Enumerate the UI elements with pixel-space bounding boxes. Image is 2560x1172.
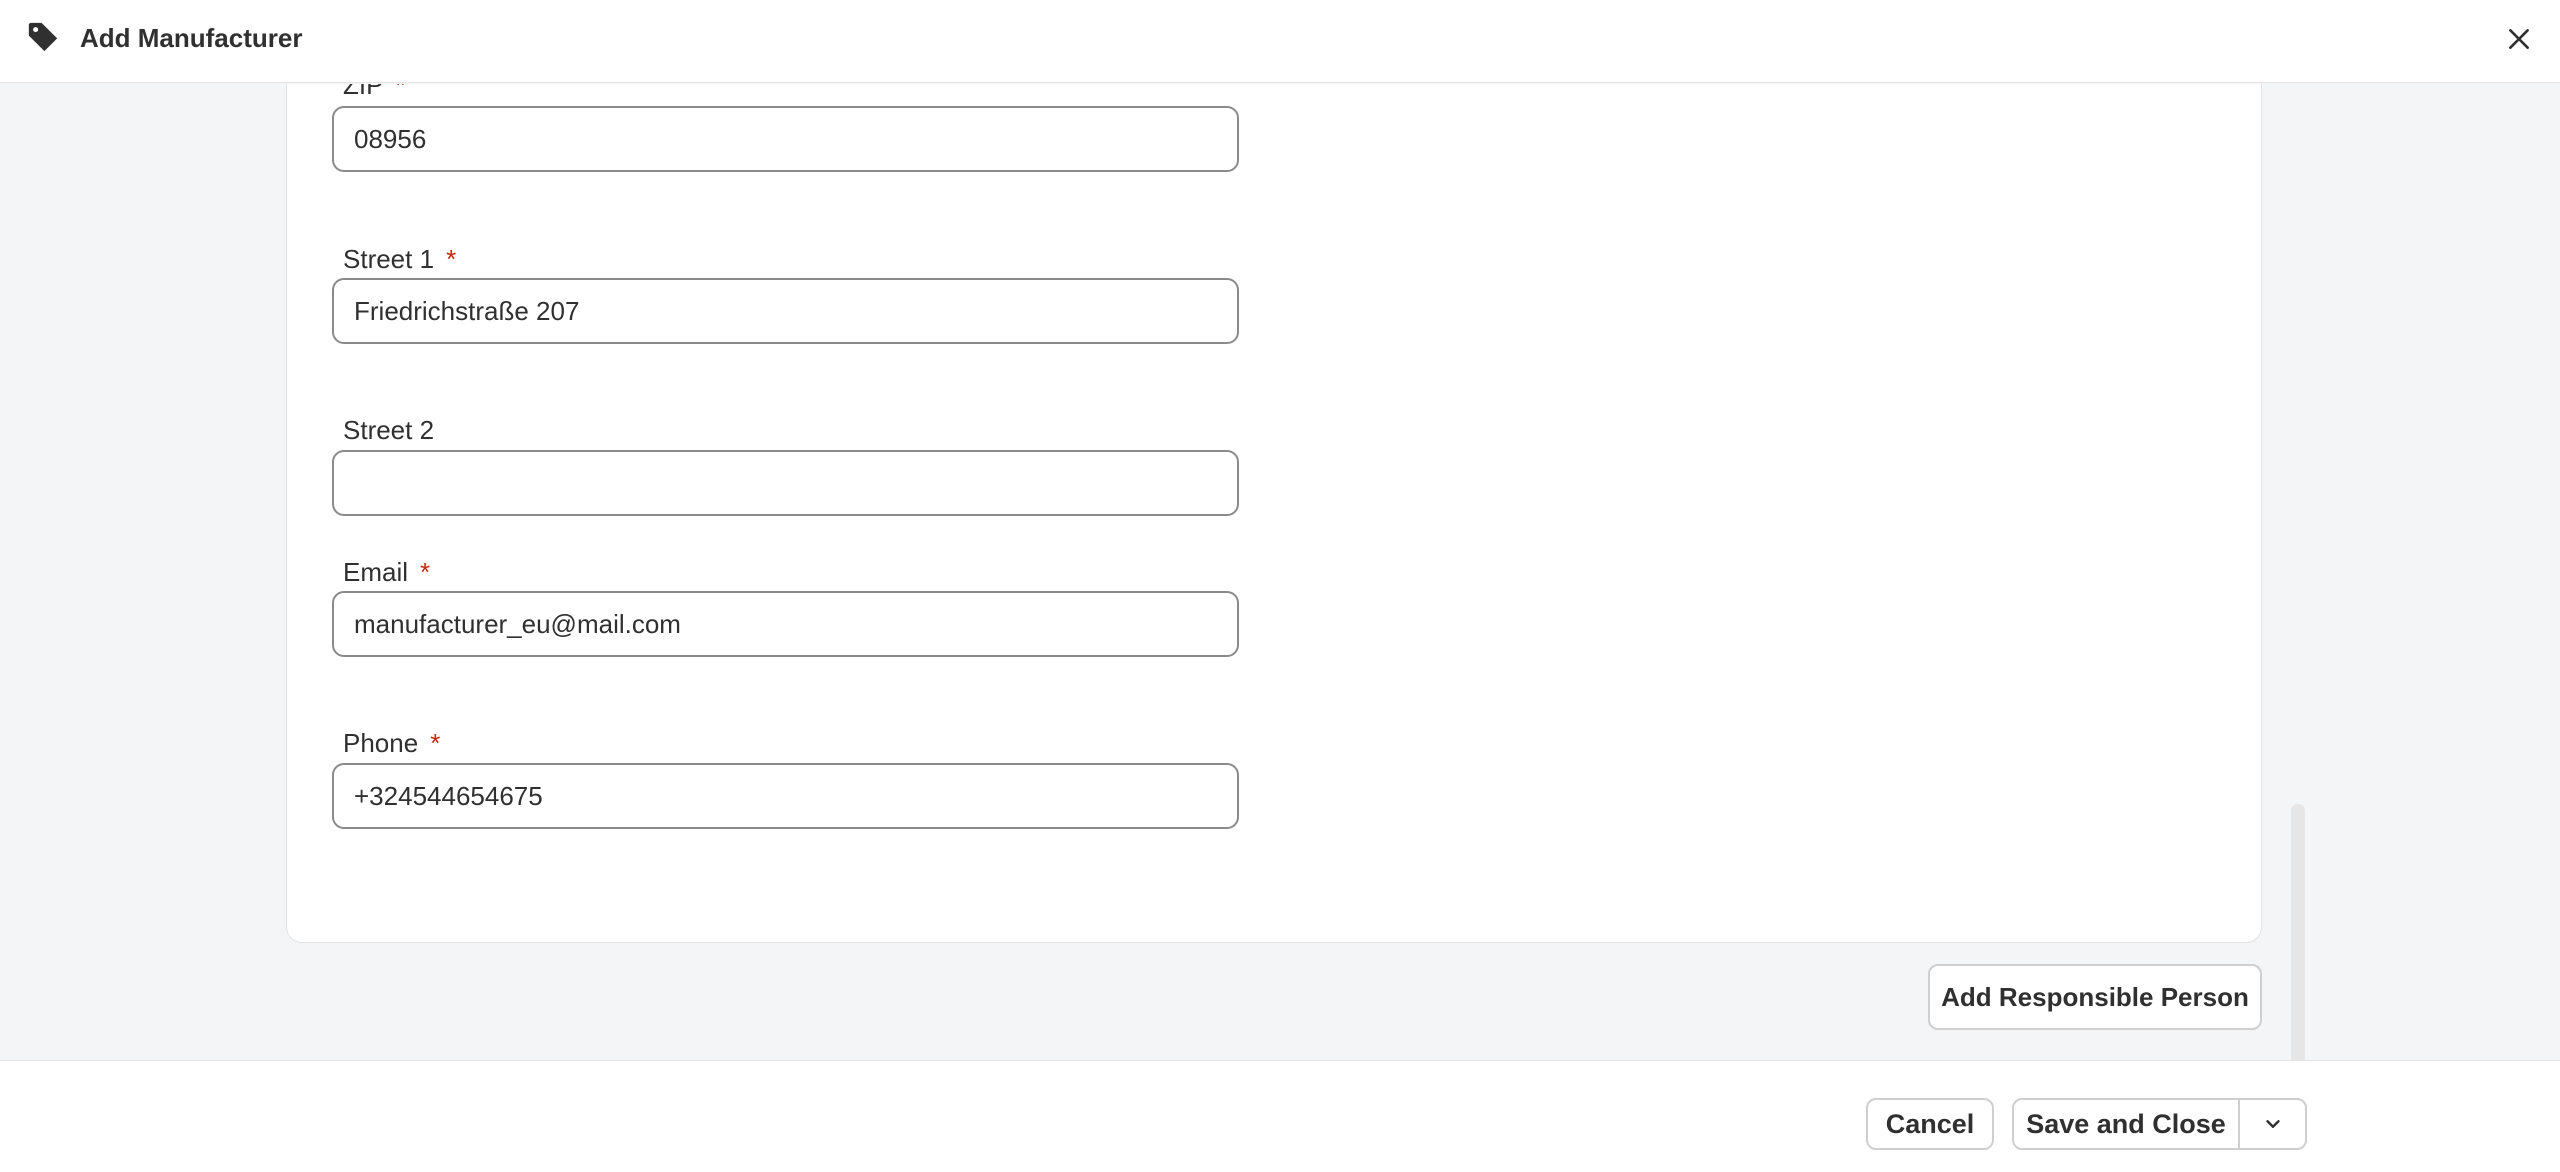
modal-title: Add Manufacturer [80,23,303,53]
zip-label: ZIP * [343,84,406,101]
street2-input[interactable] [332,450,1239,516]
add-manufacturer-modal: Add Manufacturer ZIP* Street 1* Street 2… [0,0,2560,1172]
required-mark: * [420,557,431,587]
street2-label: Street 2 [343,415,435,445]
scrollbar[interactable] [2291,804,2305,1060]
zip-input[interactable] [332,106,1239,172]
street1-label: Street 1 * [343,244,457,274]
email-label: Email * [343,557,431,587]
phone-label: Phone * [343,728,441,758]
required-mark: * [446,244,457,274]
save-and-close-button[interactable]: Save and Close [2014,1100,2240,1148]
modal-footer: Cancel Save and Close [0,1060,2560,1172]
street1-input[interactable] [332,278,1239,344]
save-button-group: Save and Close [2012,1098,2307,1150]
email-input[interactable] [332,591,1239,657]
tag-icon [26,20,60,54]
close-icon[interactable] [2500,20,2538,58]
modal-header: Add Manufacturer [0,0,2560,83]
modal-body[interactable]: ZIP* Street 1* Street 2 Email* Phone* Ad… [0,84,2560,1060]
phone-input[interactable] [332,763,1239,829]
cancel-button[interactable]: Cancel [1866,1098,1994,1150]
chevron-down-icon[interactable] [2240,1100,2305,1148]
add-responsible-person-button[interactable]: Add Responsible Person [1928,964,2262,1030]
required-mark: * [430,728,441,758]
required-mark: * [395,84,406,100]
